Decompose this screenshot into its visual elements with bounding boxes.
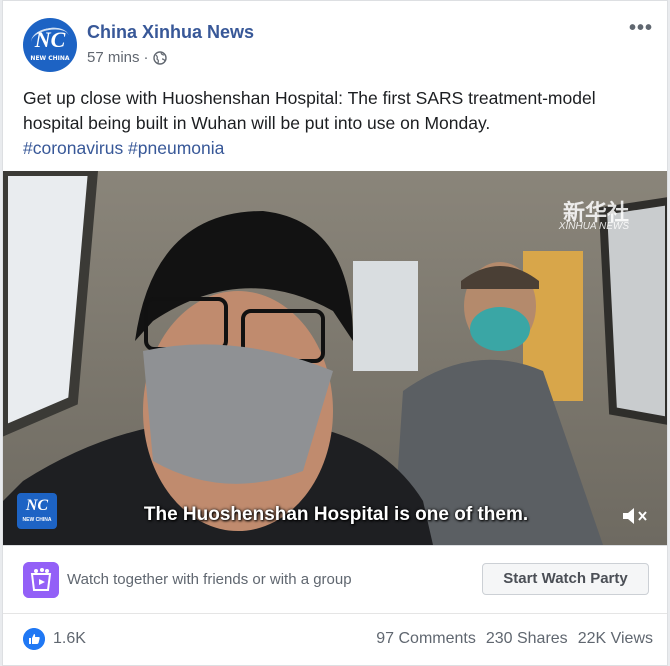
post-body: Get up close with Huoshenshan Hospital: … xyxy=(23,88,596,133)
avatar-logo-subtext: NEW CHINA xyxy=(30,55,70,62)
start-watch-party-button[interactable]: Start Watch Party xyxy=(482,563,649,595)
avatar-logo-text: NC xyxy=(34,27,66,52)
more-options-icon[interactable]: ••• xyxy=(629,17,653,40)
like-icon[interactable] xyxy=(23,628,45,650)
post-header: NC NEW CHINA China Xinhua News 57 mins ·… xyxy=(3,1,667,76)
watch-party-prompt: Watch together with friends or with a gr… xyxy=(67,571,352,588)
stats-right: 97 Comments 230 Shares 22K Views xyxy=(376,630,653,648)
post-hashtags[interactable]: #coronavirus #pneumonia xyxy=(23,136,653,161)
watermark-en: XINHUA NEWS xyxy=(558,221,629,232)
globe-icon[interactable] xyxy=(152,50,167,65)
like-count[interactable]: 1.6K xyxy=(53,630,86,648)
page-avatar[interactable]: NC NEW CHINA xyxy=(23,18,77,72)
watch-party-bar: Watch together with friends or with a gr… xyxy=(3,545,667,612)
views-count: 22K Views xyxy=(577,630,653,647)
presenter-mask xyxy=(143,344,333,484)
passenger-mask xyxy=(470,307,530,351)
comments-count[interactable]: 97 Comments xyxy=(376,630,476,648)
watch-party-icon xyxy=(23,562,59,598)
post-timestamp[interactable]: 57 mins xyxy=(87,49,140,66)
separator-dot: · xyxy=(143,49,149,66)
rear-window xyxy=(353,261,418,371)
post-meta: 57 mins · xyxy=(87,49,167,66)
post-text: Get up close with Huoshenshan Hospital: … xyxy=(23,86,653,161)
video-subtitle: The Huoshenshan Hospital is one of them. xyxy=(143,504,529,525)
page-name-link[interactable]: China Xinhua News xyxy=(87,22,254,43)
post-card: NC NEW CHINA China Xinhua News 57 mins ·… xyxy=(2,0,668,666)
video-player[interactable]: 新华社 XINHUA NEWS NC NEW CHINA The Huoshen… xyxy=(3,171,667,545)
shares-count[interactable]: 230 Shares xyxy=(486,630,568,648)
engagement-stats: 1.6K 97 Comments 230 Shares 22K Views xyxy=(3,613,667,665)
mute-icon[interactable] xyxy=(621,505,649,527)
